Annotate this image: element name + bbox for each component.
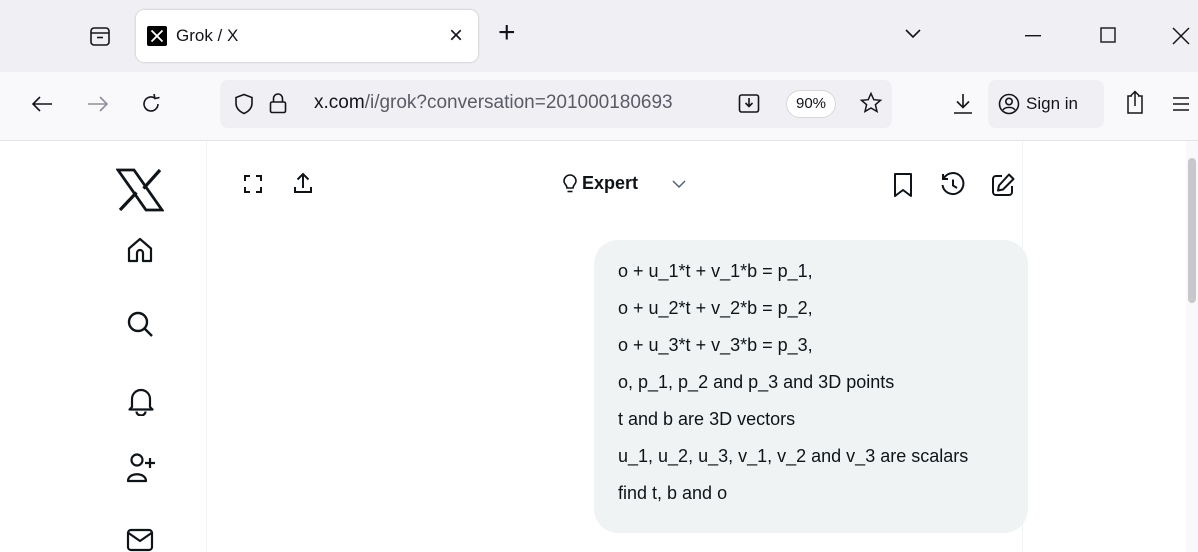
url-text[interactable]: x.com/i/grok?conversation=201000180693 [314,92,734,114]
new-tab-button[interactable]: + [498,16,516,50]
tab-bar: Grok / X × + [0,0,1198,72]
tab-close-icon[interactable]: × [449,22,463,50]
chevron-down-icon [672,180,686,189]
close-window-button[interactable] [1172,27,1190,45]
shield-icon[interactable] [234,93,254,115]
tab-groups-icon[interactable] [88,24,112,48]
message-line: t and b are 3D vectors [618,409,796,429]
message-line: o + u_3*t + v_3*b = p_3, [618,335,813,355]
message-line: o + u_1*t + v_1*b = p_1, [618,261,813,281]
sign-in-label: Sign in [1026,94,1078,113]
chevron-down-icon[interactable] [904,28,922,40]
tab-grok[interactable]: Grok / X × [136,10,478,62]
reload-icon[interactable] [139,92,163,116]
search-icon[interactable] [126,310,154,338]
back-arrow-icon[interactable] [30,94,54,114]
sign-in-button[interactable]: Sign in [988,80,1104,128]
maximize-button[interactable] [1100,27,1116,43]
bookmark-star-icon[interactable] [859,91,883,115]
zoom-level-badge[interactable]: 90% [786,90,836,118]
follow-add-person-icon[interactable] [126,452,156,484]
share-upload-icon[interactable] [293,171,313,195]
forward-arrow-icon[interactable] [86,94,110,114]
lightbulb-icon [562,174,578,194]
scrollbar-thumb[interactable] [1188,158,1196,303]
history-icon[interactable] [940,172,966,198]
url-path: /i/grok?conversation=201000180693 [364,92,673,113]
minimize-button[interactable] [1025,35,1041,37]
downloads-icon[interactable] [952,92,974,116]
sidebar-divider [206,141,207,552]
lock-icon[interactable] [268,92,288,114]
message-line: o, p_1, p_2 and p_3 and 3D points [618,372,895,392]
notifications-bell-icon[interactable] [127,386,155,416]
url-bar[interactable]: x.com/i/grok?conversation=201000180693 9… [220,80,892,128]
account-icon [998,93,1020,115]
messages-envelope-icon[interactable] [126,528,154,552]
new-chat-edit-icon[interactable] [990,172,1016,198]
x-logo-icon[interactable] [116,168,164,212]
x-favicon-icon [147,26,167,46]
share-page-icon[interactable] [1123,90,1147,116]
home-icon[interactable] [126,236,154,264]
tab-title: Grok / X [176,26,239,45]
message-line: find t, b and o [618,483,728,503]
navigation-toolbar: x.com/i/grok?conversation=201000180693 9… [0,72,1198,141]
url-fade [690,84,736,124]
install-app-icon[interactable] [738,92,760,114]
user-message-bubble: o + u_1*t + v_1*b = p_1, o + u_2*t + v_2… [594,240,1028,533]
expand-fullscreen-icon[interactable] [243,174,263,194]
message-line: u_1, u_2, u_3, v_1, v_2 and v_3 are scal… [618,446,969,466]
url-host: x.com [314,92,365,113]
mode-label: Expert [582,173,639,193]
menu-icon[interactable] [1172,96,1190,112]
message-line: o + u_2*t + v_2*b = p_2, [618,298,813,318]
bookmark-icon[interactable] [893,172,913,198]
